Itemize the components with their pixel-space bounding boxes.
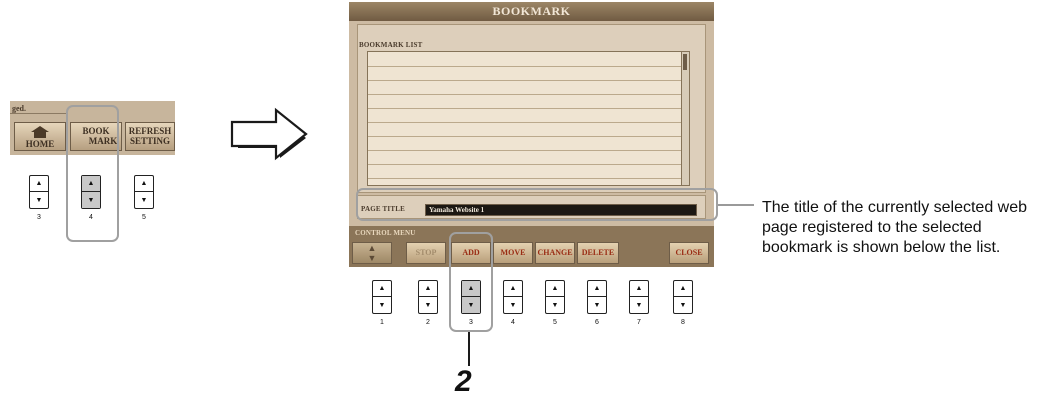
bookmark-list-label: BOOKMARK LIST bbox=[359, 41, 423, 49]
panel-button-7[interactable]: ▲ ▼ bbox=[629, 280, 649, 314]
close-button[interactable]: CLOSE bbox=[669, 242, 709, 264]
list-item[interactable] bbox=[368, 94, 683, 95]
up-down-button[interactable]: ▲ ▼ bbox=[352, 242, 392, 264]
panel-number: 4 bbox=[511, 319, 515, 326]
highlight-frame-add bbox=[449, 232, 493, 332]
down-arrow-icon[interactable]: ▼ bbox=[588, 297, 606, 313]
up-arrow-icon[interactable]: ▲ bbox=[373, 281, 391, 297]
stop-button[interactable]: STOP bbox=[406, 242, 446, 264]
highlight-frame-page-title bbox=[356, 188, 718, 221]
up-arrow-icon[interactable]: ▲ bbox=[135, 176, 153, 192]
up-arrow-icon[interactable]: ▲ bbox=[630, 281, 648, 297]
down-arrow-icon[interactable]: ▼ bbox=[546, 297, 564, 313]
move-button[interactable]: MOVE bbox=[493, 242, 533, 264]
callout-leader-line bbox=[718, 204, 754, 206]
highlight-frame-bookmark bbox=[66, 105, 119, 242]
scrollbar-thumb[interactable] bbox=[683, 54, 687, 70]
list-item[interactable] bbox=[368, 164, 683, 165]
list-item[interactable] bbox=[368, 108, 683, 109]
down-arrow-icon[interactable]: ▼ bbox=[30, 192, 48, 208]
delete-button[interactable]: DELETE bbox=[577, 242, 619, 264]
list-item[interactable] bbox=[368, 122, 683, 123]
bookmark-list[interactable] bbox=[367, 51, 690, 186]
window-title: BOOKMARK bbox=[349, 2, 714, 21]
list-item[interactable] bbox=[368, 178, 683, 179]
list-item[interactable] bbox=[368, 136, 683, 137]
step-pointer-line bbox=[468, 332, 470, 366]
bookmark-window: BOOKMARK BOOKMARK LIST PAGE TITLE CONTRO… bbox=[349, 2, 714, 267]
home-button[interactable]: HOME bbox=[14, 122, 66, 151]
panel-number: 1 bbox=[380, 319, 384, 326]
panel-button-4[interactable]: ▲ ▼ bbox=[503, 280, 523, 314]
up-arrow-icon[interactable]: ▲ bbox=[419, 281, 437, 297]
panel-number: 6 bbox=[595, 319, 599, 326]
up-arrow-icon: ▲ bbox=[367, 243, 377, 253]
panel-number: 5 bbox=[142, 214, 146, 221]
down-arrow-icon[interactable]: ▼ bbox=[630, 297, 648, 313]
down-arrow-icon[interactable]: ▼ bbox=[419, 297, 437, 313]
panel-button-1[interactable]: ▲ ▼ bbox=[372, 280, 392, 314]
up-arrow-icon[interactable]: ▲ bbox=[588, 281, 606, 297]
down-arrow-icon[interactable]: ▼ bbox=[373, 297, 391, 313]
step-number: 2 bbox=[455, 365, 472, 398]
list-item[interactable] bbox=[368, 80, 683, 81]
setting-label: SETTING bbox=[129, 136, 171, 146]
down-arrow-icon[interactable]: ▼ bbox=[135, 192, 153, 208]
panel-number: 5 bbox=[553, 319, 557, 326]
panel-button-5[interactable]: ▲ ▼ bbox=[134, 175, 154, 209]
panel-button-8[interactable]: ▲ ▼ bbox=[673, 280, 693, 314]
home-icon bbox=[31, 126, 49, 138]
refresh-setting-button[interactable]: REFRESH SETTING bbox=[125, 122, 175, 151]
refresh-label: REFRESH bbox=[128, 126, 172, 136]
down-arrow-icon[interactable]: ▼ bbox=[504, 297, 522, 313]
down-arrow-icon: ▼ bbox=[367, 253, 377, 263]
divider bbox=[10, 113, 66, 114]
panel-button-3[interactable]: ▲ ▼ bbox=[29, 175, 49, 209]
panel-number: 2 bbox=[426, 319, 430, 326]
right-arrow-icon bbox=[230, 107, 308, 161]
home-button-label: HOME bbox=[25, 139, 55, 149]
callout-text: The title of the currently selected web … bbox=[762, 199, 1028, 256]
panel-button-6[interactable]: ▲ ▼ bbox=[587, 280, 607, 314]
up-arrow-icon[interactable]: ▲ bbox=[504, 281, 522, 297]
up-arrow-icon[interactable]: ▲ bbox=[546, 281, 564, 297]
scrollbar[interactable] bbox=[681, 52, 689, 185]
down-arrow-icon[interactable]: ▼ bbox=[674, 297, 692, 313]
up-arrow-icon[interactable]: ▲ bbox=[674, 281, 692, 297]
change-button[interactable]: CHANGE bbox=[535, 242, 575, 264]
hint-text: ged. bbox=[12, 104, 26, 113]
panel-button-5[interactable]: ▲ ▼ bbox=[545, 280, 565, 314]
list-item[interactable] bbox=[368, 66, 683, 67]
list-item[interactable] bbox=[368, 150, 683, 151]
panel-number: 3 bbox=[37, 214, 41, 221]
up-arrow-icon[interactable]: ▲ bbox=[30, 176, 48, 192]
control-menu-label: CONTROL MENU bbox=[355, 229, 416, 237]
panel-button-2[interactable]: ▲ ▼ bbox=[418, 280, 438, 314]
panel-number: 8 bbox=[681, 319, 685, 326]
panel-number: 7 bbox=[637, 319, 641, 326]
